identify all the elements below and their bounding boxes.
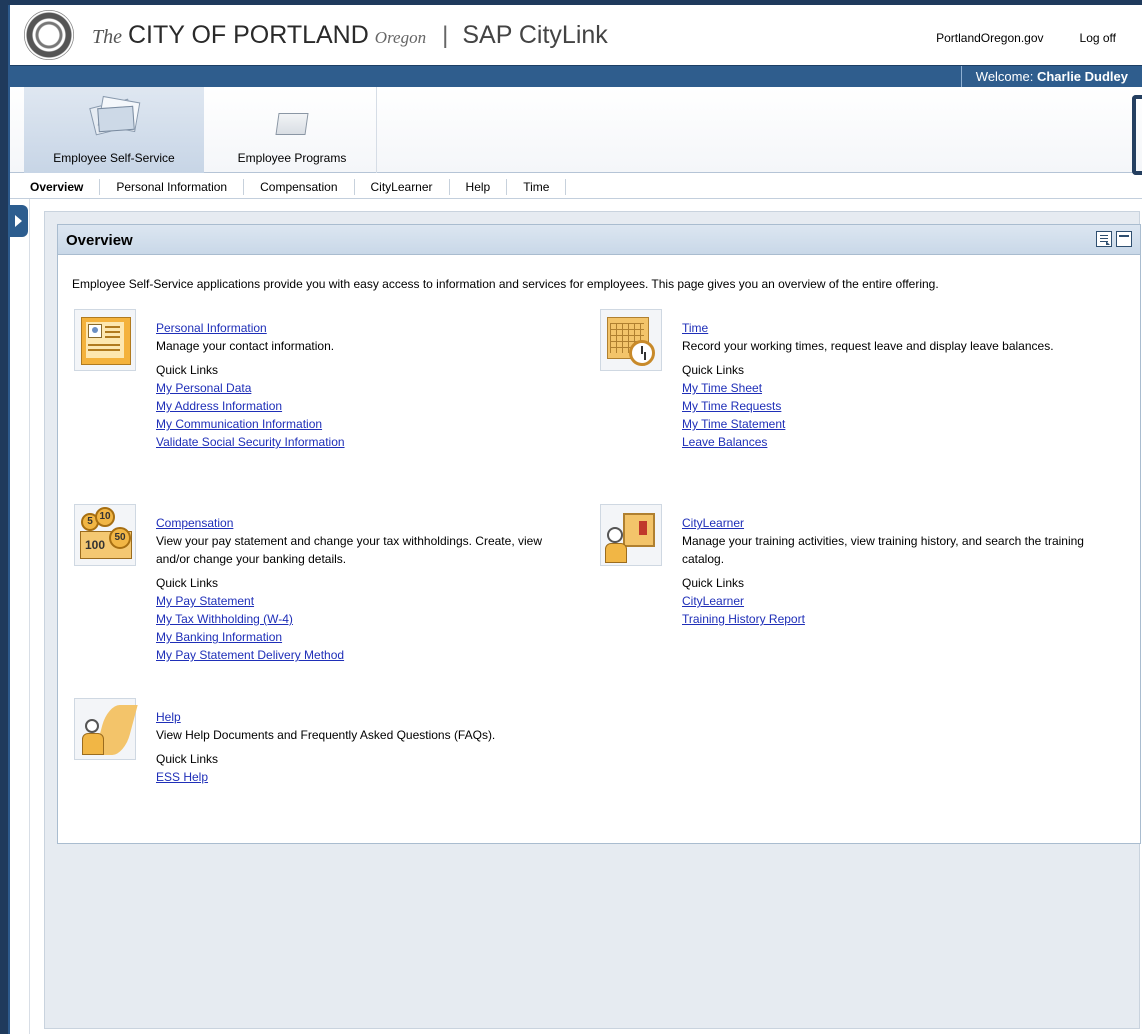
quick-links-label: Quick Links [156,363,219,377]
my-time-sheet-link[interactable]: My Time Sheet [682,379,1092,397]
service-description: View your pay statement and change your … [156,534,542,566]
time-link[interactable]: Time [682,319,1092,337]
help-guide-icon [74,698,138,760]
money-icon: 100 5 10 50 [74,504,136,566]
contact-card-icon [74,309,136,371]
my-banking-information-link[interactable]: My Banking Information [156,628,566,646]
overview-panel: Overview Employee Self-Service applicati… [57,224,1141,844]
my-time-statement-link[interactable]: My Time Statement [682,415,1092,433]
panel-options-icon[interactable] [1096,231,1112,247]
city-seal-icon [24,10,74,60]
welcome-user: Charlie Dudley [1036,69,1128,84]
quick-links-label: Quick Links [682,576,745,590]
tab-help[interactable]: Help [450,178,508,195]
brand-title: The CITY OF PORTLAND Oregon | SAP CityLi… [92,21,608,51]
portal-window: The CITY OF PORTLAND Oregon | SAP CityLi… [8,5,1142,1034]
tab-overview[interactable]: Overview [10,178,101,195]
help-link[interactable]: Help [156,708,566,726]
second-level-navigation: Overview Personal Information Compensati… [10,175,1142,199]
service-description: Manage your training activities, view tr… [682,534,1084,566]
panel-header: Overview [58,225,1140,255]
tab-compensation[interactable]: Compensation [244,178,355,195]
logoff-link[interactable]: Log off [1080,31,1116,45]
brand-app: SAP CityLink [462,21,608,49]
validate-ssn-link[interactable]: Validate Social Security Information [156,433,566,451]
service-compensation: 100 5 10 50 Compensation View your pay s… [74,504,574,684]
my-time-requests-link[interactable]: My Time Requests [682,397,1092,415]
citylearner-quick-link[interactable]: CityLearner [682,592,1092,610]
leave-balances-link[interactable]: Leave Balances [682,433,1092,451]
service-description: View Help Documents and Frequently Asked… [156,728,496,742]
header-links: PortlandOregon.gov Log off [936,31,1116,45]
top-level-navigation: Employee Self-Service Employee Programs [10,87,1142,175]
coin-50: 50 [109,527,131,549]
tab-employee-programs[interactable]: Employee Programs [212,87,372,173]
service-time: Time Record your working times, request … [600,309,1100,489]
panel-minimize-icon[interactable] [1116,231,1132,247]
nav-scroll-handle[interactable] [1132,95,1142,175]
header: The CITY OF PORTLAND Oregon | SAP CityLi… [10,5,1142,65]
tab-label: Employee Programs [237,151,347,165]
service-description: Record your working times, request leave… [682,339,1054,353]
intro-text: Employee Self-Service applications provi… [72,277,939,291]
calendar-clock-icon [600,309,662,371]
citylearner-link[interactable]: CityLearner [682,514,1092,532]
training-history-report-link[interactable]: Training History Report [682,610,1092,628]
my-communication-information-link[interactable]: My Communication Information [156,415,566,433]
brand-separator: | [442,22,449,49]
my-address-information-link[interactable]: My Address Information [156,397,566,415]
brand-the: The [92,26,122,48]
content-area: Overview Employee Self-Service applicati… [44,211,1141,1029]
service-help: Help View Help Documents and Frequently … [74,698,574,818]
quick-links-label: Quick Links [156,752,219,766]
bill-value: 100 [85,538,106,552]
my-pay-statement-delivery-link[interactable]: My Pay Statement Delivery Method [156,646,566,664]
quick-links-label: Quick Links [682,363,745,377]
training-certificate-icon [600,504,662,566]
welcome-bar: Welcome: Charlie Dudley [10,65,1142,88]
portal-link[interactable]: PortlandOregon.gov [936,31,1043,45]
tab-label: Employee Self-Service [53,151,175,165]
expand-navigation-button[interactable] [8,205,28,237]
compensation-link[interactable]: Compensation [156,514,566,532]
personal-information-link[interactable]: Personal Information [156,319,566,337]
tab-time[interactable]: Time [507,178,567,195]
nav-divider [376,87,377,173]
tab-personal-information[interactable]: Personal Information [100,178,245,195]
brand-city: CITY OF PORTLAND [128,21,369,49]
detailed-navigation-strip [10,199,30,1034]
welcome-prefix: Welcome: [975,69,1034,84]
ess-help-link[interactable]: ESS Help [156,768,566,786]
service-description: Manage your contact information. [156,339,335,353]
service-personal-information: Personal Information Manage your contact… [74,309,574,479]
my-tax-withholding-link[interactable]: My Tax Withholding (W-4) [156,610,566,628]
coin-10: 10 [95,507,115,527]
tab-employee-self-service[interactable]: Employee Self-Service [24,87,204,173]
service-citylearner: CityLearner Manage your training activit… [600,504,1100,644]
quick-links-label: Quick Links [156,576,219,590]
documents-icon [84,93,144,137]
my-personal-data-link[interactable]: My Personal Data [156,379,566,397]
panel-title: Overview [66,232,133,249]
tab-citylearner[interactable]: CityLearner [355,178,450,195]
brand-oregon: Oregon [374,28,427,47]
welcome-message: Welcome: Charlie Dudley [960,66,1142,88]
folder-icon [275,109,309,137]
my-pay-statement-link[interactable]: My Pay Statement [156,592,566,610]
